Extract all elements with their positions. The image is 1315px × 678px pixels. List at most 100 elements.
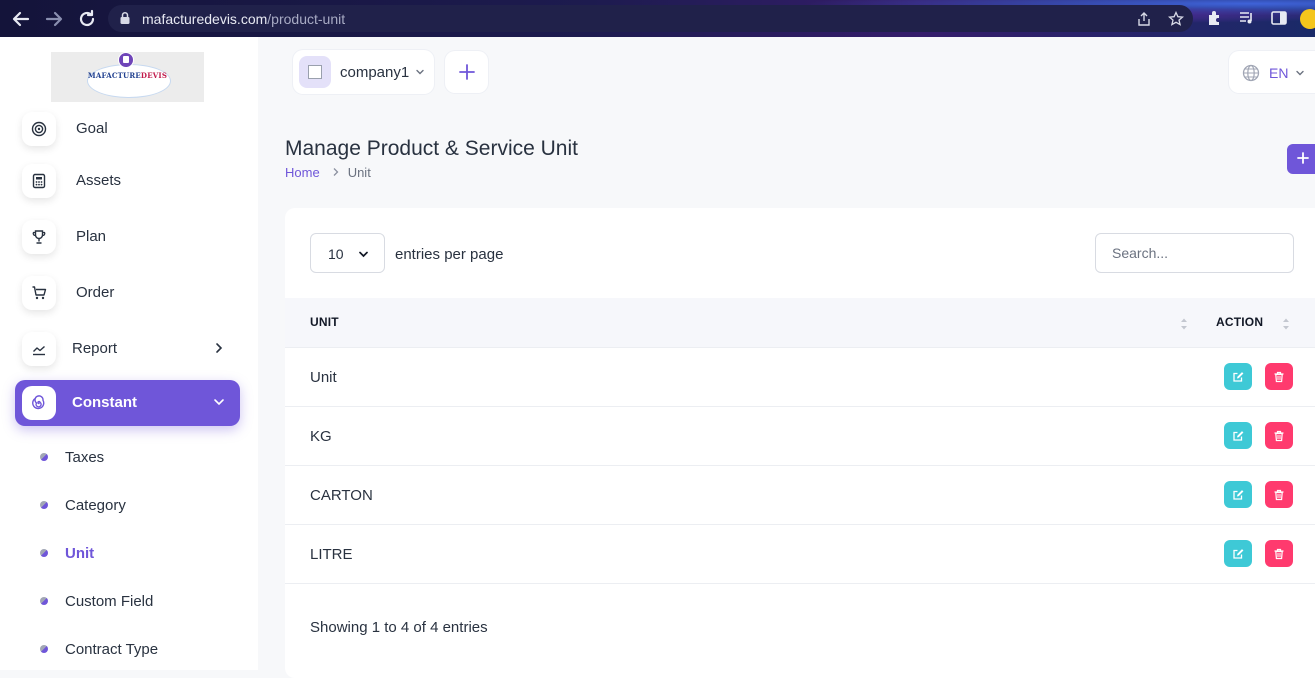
- profile-avatar[interactable]: [1300, 9, 1315, 29]
- logo[interactable]: MAFACTUREDEVIS: [51, 52, 204, 102]
- sidebar-item-goal[interactable]: Goal: [15, 106, 240, 152]
- globe-icon: [1242, 64, 1260, 82]
- sidebar-item-order[interactable]: Order: [15, 270, 240, 316]
- language-code: EN: [1269, 65, 1289, 81]
- edit-icon: [1233, 548, 1244, 559]
- table-row: LITRE: [285, 525, 1315, 584]
- share-icon[interactable]: [1136, 11, 1152, 27]
- plus-icon: [458, 64, 475, 80]
- edit-icon: [1233, 489, 1244, 500]
- sidebar: MAFACTUREDEVIS Goal Assets Plan Order Re…: [0, 37, 258, 670]
- url-text: mafacturedevis.com/product-unit: [142, 11, 345, 27]
- sidebar-item-label: Report: [72, 340, 118, 357]
- table-row: CARTON: [285, 466, 1315, 525]
- browser-toolbar: mafacturedevis.com/product-unit: [0, 0, 1315, 37]
- entries-per-page-value: 10: [328, 246, 344, 262]
- sidebar-item-label: Assets: [76, 172, 122, 189]
- chevron-down-icon: [416, 69, 424, 75]
- breadcrumb: Home Unit: [285, 165, 371, 180]
- language-switcher[interactable]: EN: [1229, 51, 1315, 93]
- trash-icon: [1274, 371, 1284, 382]
- address-bar[interactable]: mafacturedevis.com/product-unit: [108, 5, 1193, 32]
- chevron-right-icon: [216, 343, 223, 353]
- cart-icon: [22, 276, 56, 310]
- search-input[interactable]: [1095, 233, 1294, 273]
- unit-name-cell: Unit: [310, 369, 337, 386]
- extensions-puzzle-icon[interactable]: [1206, 9, 1224, 27]
- sidebar-subitem-label: Taxes: [65, 449, 105, 466]
- bookmark-star-icon[interactable]: [1167, 10, 1185, 27]
- target-icon: [22, 112, 56, 146]
- create-unit-button[interactable]: [1287, 144, 1315, 174]
- logo-text-accent: DEVIS: [140, 71, 168, 80]
- side-panel-icon[interactable]: [1270, 9, 1288, 27]
- delete-button[interactable]: [1265, 422, 1293, 449]
- logo-badge-icon: [118, 52, 134, 68]
- column-header-action[interactable]: ACTION: [1216, 315, 1263, 329]
- sidebar-item-constant[interactable]: Constant: [15, 380, 240, 426]
- table-info: Showing 1 to 4 of 4 entries: [310, 619, 488, 636]
- trash-icon: [1274, 548, 1284, 559]
- media-queue-icon[interactable]: [1238, 9, 1256, 27]
- back-arrow-icon[interactable]: [10, 8, 32, 30]
- bullet-dot-icon: [40, 597, 48, 605]
- company-name: company1: [340, 64, 410, 81]
- lock-icon[interactable]: [118, 11, 132, 25]
- sidebar-item-report[interactable]: Report: [15, 326, 240, 372]
- chevron-down-icon: [214, 399, 224, 406]
- url-path: /product-unit: [267, 11, 346, 27]
- entries-per-page-label: entries per page: [395, 246, 504, 263]
- trash-icon: [1274, 489, 1284, 500]
- delete-button[interactable]: [1265, 481, 1293, 508]
- add-company-button[interactable]: [445, 51, 488, 93]
- edit-icon: [1233, 371, 1244, 382]
- sort-icon[interactable]: [1282, 316, 1290, 332]
- bullet-dot-icon: [40, 549, 48, 557]
- trophy-icon: [22, 220, 56, 254]
- sidebar-item-label: Plan: [76, 228, 107, 245]
- reload-icon[interactable]: [76, 8, 98, 30]
- sort-icon[interactable]: [1180, 316, 1188, 332]
- edit-button[interactable]: [1224, 363, 1252, 390]
- spiral-icon: [22, 386, 56, 420]
- delete-button[interactable]: [1265, 540, 1293, 567]
- unit-name-cell: CARTON: [310, 487, 373, 504]
- sidebar-item-plan[interactable]: Plan: [15, 214, 240, 260]
- delete-button[interactable]: [1265, 363, 1293, 390]
- units-card: 10 entries per page UNIT ACTION Unit KG …: [285, 208, 1315, 678]
- entries-per-page-select[interactable]: 10: [310, 233, 385, 273]
- sidebar-item-assets[interactable]: Assets: [15, 158, 240, 204]
- unit-name-cell: KG: [310, 428, 332, 445]
- company-logo-image: [299, 56, 331, 88]
- sidebar-subitem-label: Category: [65, 497, 126, 514]
- page-title: Manage Product & Service Unit: [285, 137, 578, 160]
- logo-text-primary: MAFACTURE: [87, 71, 141, 80]
- edit-button[interactable]: [1224, 540, 1252, 567]
- sidebar-item-label: Goal: [76, 120, 108, 137]
- company-switcher[interactable]: company1: [293, 50, 434, 94]
- edit-icon: [1233, 430, 1244, 441]
- edit-button[interactable]: [1224, 422, 1252, 449]
- bullet-dot-icon: [40, 501, 48, 509]
- plus-icon: [1297, 152, 1309, 164]
- column-header-unit[interactable]: UNIT: [310, 315, 339, 329]
- table-row: Unit: [285, 348, 1315, 407]
- chart-line-icon: [22, 332, 56, 366]
- forward-arrow-icon[interactable]: [43, 8, 65, 30]
- unit-name-cell: LITRE: [310, 546, 353, 563]
- breadcrumb-separator-icon: [332, 165, 340, 180]
- breadcrumb-home-link[interactable]: Home: [285, 165, 320, 180]
- url-host: mafacturedevis.com: [142, 11, 268, 27]
- table-header: UNIT ACTION: [285, 298, 1315, 348]
- trash-icon: [1274, 430, 1284, 441]
- sidebar-subitem-label: Contract Type: [65, 641, 159, 658]
- chevron-down-icon: [359, 251, 368, 258]
- edit-button[interactable]: [1224, 481, 1252, 508]
- table-row: KG: [285, 407, 1315, 466]
- sidebar-item-label: Constant: [72, 394, 137, 411]
- chevron-down-icon: [1296, 70, 1304, 76]
- breadcrumb-current: Unit: [347, 165, 371, 180]
- logo-text: MAFACTUREDEVIS: [51, 71, 204, 80]
- sidebar-subitem-label: Unit: [65, 545, 95, 562]
- logo-oval: [87, 64, 171, 98]
